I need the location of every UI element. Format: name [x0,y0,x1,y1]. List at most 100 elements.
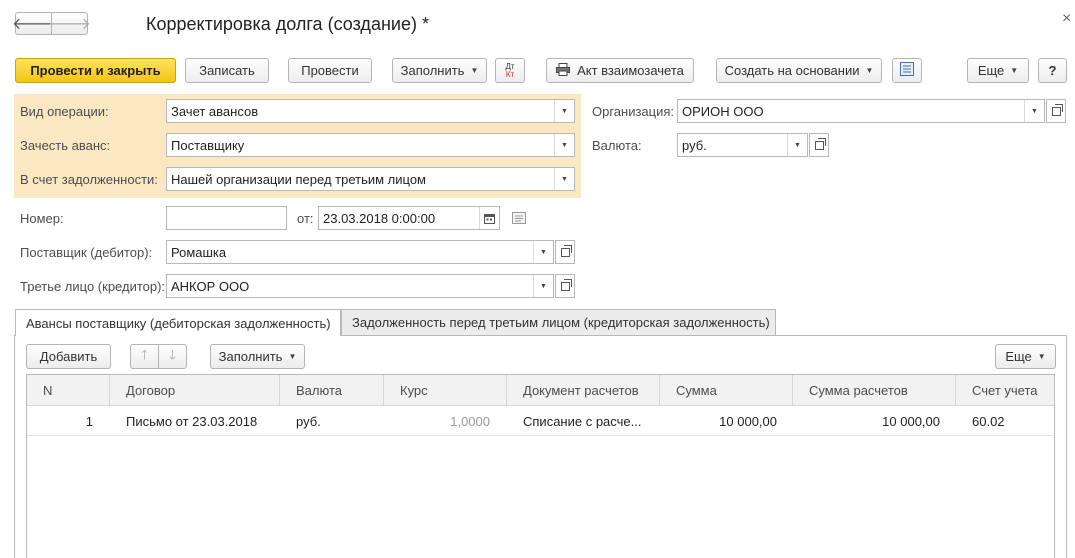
window-title: Корректировка долга (создание) * [146,14,429,34]
column-header-currency[interactable]: Валюта [280,375,384,406]
fill-dropdown-button[interactable]: Заполнить ▼ [392,58,487,83]
open-organization-button[interactable] [1046,99,1066,123]
comment-icon[interactable] [512,212,526,227]
open-icon [1051,103,1063,116]
organization-select[interactable]: ОРИОН ООО ▼ [677,99,1045,123]
chevron-down-icon: ▼ [288,352,297,361]
cell-rate: 1,0000 [450,413,490,429]
debt-account-label: В счет задолженности: [20,172,158,187]
organization-label: Организация: [592,104,675,119]
open-third-party-button[interactable] [555,274,575,298]
fill-label: Заполнить [400,63,465,78]
more-dropdown-button[interactable]: Еще ▼ [967,58,1029,83]
create-based-on-button[interactable]: Создать на основании ▼ [716,58,882,83]
move-up-button[interactable]: 🡑 [130,344,159,369]
cell-sum: 10 000,00 [719,413,777,429]
arrow-up-icon: 🡑 [141,346,148,362]
column-header-settlement-sum[interactable]: Сумма расчетов [793,375,956,406]
number-label: Номер: [20,211,64,226]
column-header-account[interactable]: Счет учета [956,375,1056,406]
more-label: Еще [977,63,1005,78]
kt-label: Кт [505,69,515,79]
arrow-down-icon: 🡓 [169,346,176,362]
third-party-select[interactable]: АНКОР ООО ▼ [166,274,554,298]
supplier-select[interactable]: Ромашка ▼ [166,240,554,264]
operation-type-value: Зачет авансов [171,103,259,119]
tab-advances-to-supplier[interactable]: Авансы поставщику (дебиторская задолженн… [15,309,341,336]
chevron-down-icon[interactable]: ▼ [554,100,574,122]
date-value: 23.03.2018 0:00:00 [323,210,436,226]
printer-icon [556,62,571,79]
arrow-right-icon: 🡒 [48,16,91,33]
post-and-close-button[interactable]: Провести и закрыть [15,58,176,83]
calendar-icon[interactable] [479,207,499,229]
cell-currency: руб. [296,413,321,429]
chevron-down-icon[interactable]: ▼ [1024,100,1044,122]
table-fill-dropdown-button[interactable]: Заполнить ▼ [210,344,305,369]
cell-settlement-doc: Списание с расче... [523,413,642,429]
debt-account-select[interactable]: Нашей организации перед третьим лицом ▼ [166,167,575,191]
offset-advance-value: Поставщику [171,137,245,153]
column-header-sum[interactable]: Сумма [660,375,793,406]
structure-button[interactable] [892,58,922,83]
move-down-button[interactable]: 🡓 [158,344,187,369]
third-party-value: АНКОР ООО [171,278,250,294]
dt-kt-icon: Дт Кт [505,62,515,79]
operation-type-select[interactable]: Зачет авансов ▼ [166,99,575,123]
currency-select[interactable]: руб. ▼ [677,133,808,157]
cell-settlement-sum: 10 000,00 [882,413,940,429]
cell-account: 60.02 [972,413,1005,429]
table-fill-label: Заполнить [218,349,283,364]
chevron-down-icon[interactable]: ▼ [554,168,574,190]
operation-type-label: Вид операции: [20,104,109,119]
cell-contract: Письмо от 23.03.2018 [126,413,258,429]
number-input[interactable] [166,206,287,230]
dt-kt-button[interactable]: Дт Кт [495,58,525,83]
supplier-value: Ромашка [171,244,227,260]
help-button[interactable]: ? [1038,58,1067,83]
offset-advance-label: Зачесть аванс: [20,138,111,153]
column-header-rate[interactable]: Курс [384,375,507,406]
chevron-down-icon[interactable]: ▼ [787,134,807,156]
open-currency-button[interactable] [809,133,829,157]
chevron-down-icon: ▼ [865,66,874,75]
forward-button[interactable]: 🡒 [48,12,91,35]
create-based-label: Создать на основании [724,63,860,78]
date-input[interactable]: 23.03.2018 0:00:00 [318,206,500,230]
table-header: N Договор Валюта Курс Документ расчетов … [27,375,1054,406]
supplier-label: Поставщик (дебитор): [20,245,153,260]
column-header-settlement-doc[interactable]: Документ расчетов [507,375,660,406]
open-icon [560,244,572,257]
offset-act-label: Акт взаимозачета [577,63,684,78]
table-row[interactable]: 1 Письмо от 23.03.2018 руб. 1,0000 Списа… [27,406,1054,436]
advances-table[interactable]: N Договор Валюта Курс Документ расчетов … [26,374,1055,558]
add-row-button[interactable]: Добавить [26,344,111,369]
post-button[interactable]: Провести [288,58,372,83]
back-button[interactable]: 🡐 [12,12,55,35]
open-icon [560,278,572,291]
table-more-label: Еще [1005,349,1032,364]
column-header-n[interactable]: N [27,375,110,406]
save-button[interactable]: Записать [185,58,269,83]
currency-value: руб. [682,137,707,153]
tab-debt-to-third-party[interactable]: Задолженность перед третьим лицом (креди… [341,309,776,335]
cell-n: 1 [85,413,93,429]
offset-advance-select[interactable]: Поставщику ▼ [166,133,575,157]
debt-account-value: Нашей организации перед третьим лицом [171,171,426,187]
close-icon[interactable]: × [1062,10,1071,28]
third-party-label: Третье лицо (кредитор): [20,279,166,294]
chevron-down-icon: ▼ [1010,66,1019,75]
chevron-down-icon[interactable]: ▼ [533,241,553,263]
currency-label: Валюта: [592,138,642,153]
organization-value: ОРИОН ООО [682,103,764,119]
offset-act-button[interactable]: Акт взаимозачета [546,58,694,83]
chevron-down-icon[interactable]: ▼ [554,134,574,156]
chevron-down-icon[interactable]: ▼ [533,275,553,297]
open-supplier-button[interactable] [555,240,575,264]
open-icon [814,137,826,150]
table-more-dropdown-button[interactable]: Еще ▼ [995,344,1056,369]
chevron-down-icon: ▼ [470,66,479,75]
date-label: от: [297,211,314,226]
column-header-contract[interactable]: Договор [110,375,280,406]
document-structure-icon [900,62,914,79]
